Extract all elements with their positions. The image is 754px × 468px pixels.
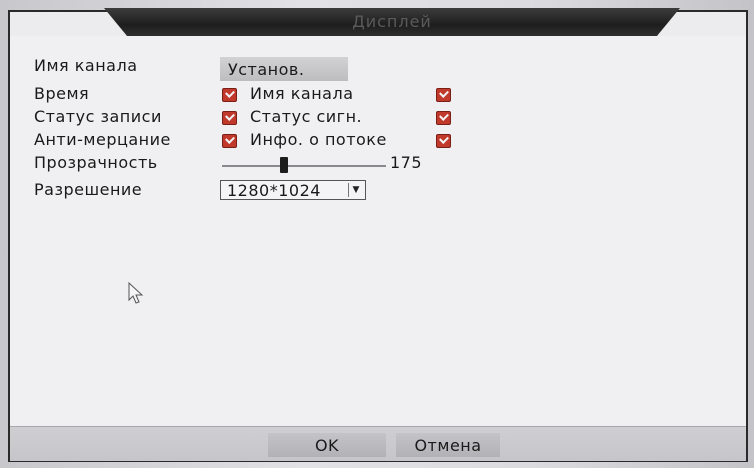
ok-button[interactable]: OK (268, 433, 386, 457)
cancel-button[interactable]: Отмена (396, 433, 500, 457)
mouse-pointer-icon (128, 282, 144, 304)
alarm-status-checkbox[interactable] (436, 111, 451, 125)
resolution-select[interactable]: 1280*1024 ▼ (220, 180, 366, 200)
resolution-label: Разрешение (34, 180, 143, 199)
alarm-status-label: Статус сигн. (250, 107, 363, 126)
record-status-checkbox[interactable] (222, 111, 237, 125)
stream-info-checkbox[interactable] (436, 134, 451, 148)
dialog-footer: OK Отмена (10, 426, 746, 461)
time-checkbox[interactable] (222, 88, 237, 102)
anti-flicker-label: Анти-мерцание (34, 130, 171, 149)
transparency-label: Прозрачность (34, 153, 158, 172)
overlay-channel-name-label: Имя канала (250, 84, 354, 103)
transparency-value: 175 (390, 153, 423, 172)
stream-info-label: Инфо. о потоке (250, 130, 387, 149)
resolution-value: 1280*1024 (227, 181, 321, 200)
anti-flicker-checkbox[interactable] (222, 134, 237, 148)
display-settings-dialog: Дисплей Имя канала Установ. Время Имя ка… (8, 8, 748, 462)
channel-name-label: Имя канала (34, 56, 138, 75)
set-channel-name-button[interactable]: Установ. (220, 57, 348, 81)
transparency-slider-track[interactable] (222, 165, 386, 167)
transparency-slider-handle[interactable] (280, 157, 288, 173)
dialog-title: Дисплей (352, 12, 432, 31)
chevron-down-icon[interactable]: ▼ (348, 183, 363, 197)
record-status-label: Статус записи (34, 107, 162, 126)
overlay-channel-name-checkbox[interactable] (436, 88, 451, 102)
settings-panel: Имя канала Установ. Время Имя канала Ста… (10, 36, 746, 436)
screen: Дисплей Имя канала Установ. Время Имя ка… (0, 0, 754, 468)
time-label: Время (34, 84, 90, 103)
title-bar: Дисплей (104, 8, 680, 36)
